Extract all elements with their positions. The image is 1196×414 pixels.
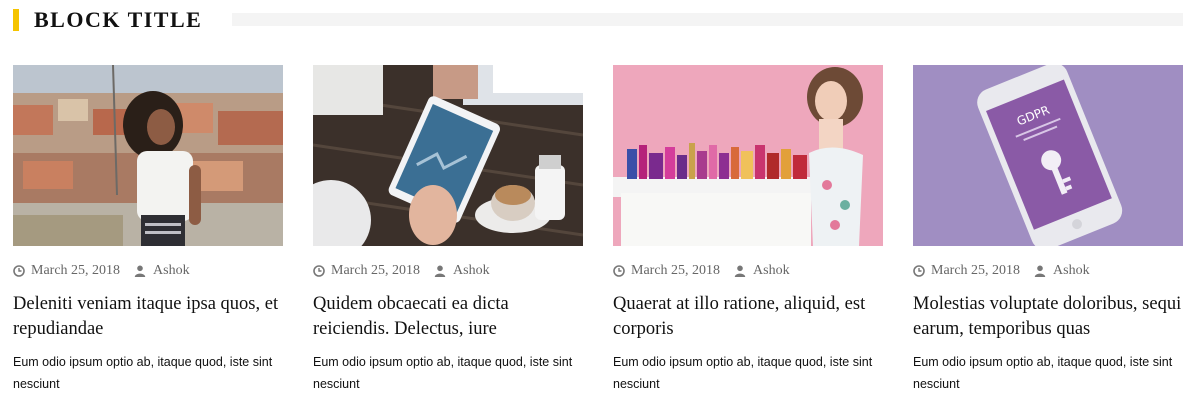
- post-title-link[interactable]: Quidem obcaecati ea dicta reiciendis. De…: [313, 292, 585, 342]
- woman-cosmetics-image: [613, 65, 883, 246]
- post-title-link[interactable]: Molestias voluptate doloribus, sequi ear…: [913, 292, 1185, 342]
- post-author[interactable]: Ashok: [134, 263, 190, 279]
- post-date: March 25, 2018: [31, 263, 121, 278]
- post-author-name: Ashok: [753, 263, 790, 278]
- post-author[interactable]: Ashok: [434, 263, 490, 279]
- phone-gdpr-image: GDPR: [913, 65, 1183, 246]
- title-divider: [232, 13, 1183, 26]
- post-date: March 25, 2018: [331, 263, 421, 278]
- posts-grid: March 25, 2018 Ashok Deleniti veniam ita…: [13, 65, 1183, 405]
- block-header: BLOCK TITLE: [13, 8, 1183, 32]
- post-author-name: Ashok: [1053, 263, 1090, 278]
- clock-icon: [613, 265, 625, 277]
- post-date: March 25, 2018: [631, 263, 721, 278]
- post-meta: March 25, 2018 Ashok: [613, 262, 790, 280]
- post-author[interactable]: Ashok: [1034, 263, 1090, 279]
- post-meta: March 25, 2018 Ashok: [13, 262, 190, 280]
- post-date: March 25, 2018: [931, 263, 1021, 278]
- post-author[interactable]: Ashok: [734, 263, 790, 279]
- clock-icon: [913, 265, 925, 277]
- post-card: March 25, 2018 Ashok Quaerat at illo rat…: [613, 65, 883, 400]
- user-icon: [134, 265, 146, 277]
- post-excerpt: Eum odio ipsum optio ab, itaque quod, is…: [913, 355, 1173, 391]
- post-card: March 25, 2018 Ashok Quidem obcaecati ea…: [313, 65, 583, 400]
- clock-icon: [313, 265, 325, 277]
- post-title-link[interactable]: Quaerat at illo ratione, aliquid, est co…: [613, 292, 885, 342]
- post-author-name: Ashok: [453, 263, 490, 278]
- post-excerpt: Eum odio ipsum optio ab, itaque quod, is…: [13, 355, 273, 391]
- post-meta: March 25, 2018 Ashok: [913, 262, 1090, 280]
- post-author-name: Ashok: [153, 263, 190, 278]
- post-title-link[interactable]: Deleniti veniam itaque ipsa quos, et rep…: [13, 292, 285, 342]
- post-thumbnail[interactable]: [13, 65, 283, 246]
- post-thumbnail[interactable]: [613, 65, 883, 246]
- post-thumbnail[interactable]: GDPR: [913, 65, 1183, 246]
- user-icon: [1034, 265, 1046, 277]
- woman-city-image: [13, 65, 283, 246]
- block-title: BLOCK TITLE: [34, 7, 203, 32]
- post-thumbnail[interactable]: [313, 65, 583, 246]
- post-excerpt: Eum odio ipsum optio ab, itaque quod, is…: [613, 355, 873, 391]
- user-icon: [734, 265, 746, 277]
- post-excerpt: Eum odio ipsum optio ab, itaque quod, is…: [313, 355, 573, 391]
- clock-icon: [13, 265, 25, 277]
- post-card: GDPR March 25, 2018 Ashok Molestias volu…: [913, 65, 1183, 400]
- post-card: March 25, 2018 Ashok Deleniti veniam ita…: [13, 65, 283, 400]
- title-accent-bar: [13, 9, 19, 31]
- tablet-table-image: [313, 65, 583, 246]
- user-icon: [434, 265, 446, 277]
- post-meta: March 25, 2018 Ashok: [313, 262, 490, 280]
